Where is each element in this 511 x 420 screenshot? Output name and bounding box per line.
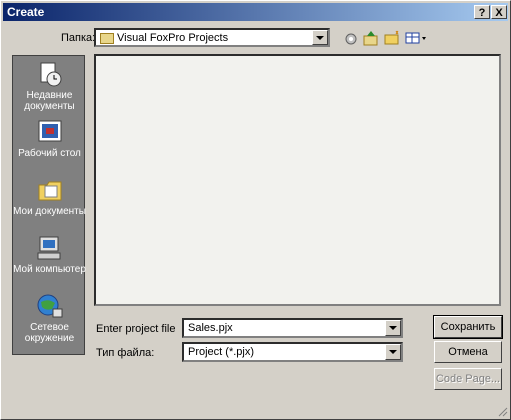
view-menu-icon[interactable] [404, 30, 428, 46]
new-folder-icon[interactable] [383, 30, 401, 46]
file-list[interactable] [94, 54, 501, 306]
place-label: Рабочий стол [18, 148, 81, 159]
create-dialog: Create ? X Папка: Visual FoxPro Projects… [0, 0, 511, 420]
my-computer-icon [36, 234, 64, 262]
lookin-combo[interactable]: Visual FoxPro Projects [94, 28, 330, 47]
recent-documents-icon [36, 60, 64, 88]
chevron-down-icon [389, 350, 397, 354]
chevron-down-icon [389, 326, 397, 330]
up-folder-icon[interactable] [362, 30, 380, 46]
folder-icon [100, 33, 114, 44]
help-button[interactable]: ? [474, 5, 490, 19]
filename-dropdown-button[interactable] [385, 320, 401, 336]
chevron-down-icon [316, 35, 324, 40]
lookin-dropdown-button[interactable] [312, 30, 328, 45]
place-label: Мои документы [13, 206, 86, 217]
place-label: Сетевое окружение [24, 322, 75, 344]
save-button[interactable]: Сохранить [433, 315, 503, 339]
close-button[interactable]: X [491, 5, 507, 19]
filetype-dropdown-button[interactable] [385, 344, 401, 360]
back-icon[interactable] [342, 30, 360, 46]
place-my-computer[interactable]: Мой компьютер [13, 234, 86, 275]
places-bar: Недавние документы Рабочий стол Мои доку… [12, 55, 86, 355]
filetype-value: Project (*.pjx) [188, 346, 255, 358]
place-label: Недавние документы [24, 90, 75, 112]
lookin-value: Visual FoxPro Projects [117, 32, 229, 44]
desktop-icon [36, 118, 64, 146]
filetype-select[interactable]: Project (*.pjx) [182, 342, 403, 362]
place-label: Мой компьютер [13, 264, 86, 275]
resize-grip-icon[interactable] [496, 405, 508, 417]
dialog-title: Create [7, 5, 45, 19]
filename-value: Sales.pjx [188, 322, 233, 334]
filetype-label: Тип файла: [96, 347, 155, 359]
cancel-button[interactable]: Отмена [434, 341, 502, 363]
place-recent-documents[interactable]: Недавние документы [13, 60, 86, 112]
place-my-documents[interactable]: Мои документы [13, 176, 86, 217]
lookin-label: Папка: [61, 32, 96, 44]
code-page-button: Code Page... [434, 368, 502, 390]
my-documents-icon [36, 176, 64, 204]
title-bar[interactable]: Create ? X [3, 3, 508, 21]
place-network[interactable]: Сетевое окружение [13, 292, 86, 344]
filename-label: Enter project file [96, 323, 176, 335]
place-desktop[interactable]: Рабочий стол [13, 118, 86, 159]
network-icon [36, 292, 64, 320]
filename-input[interactable]: Sales.pjx [182, 318, 403, 338]
